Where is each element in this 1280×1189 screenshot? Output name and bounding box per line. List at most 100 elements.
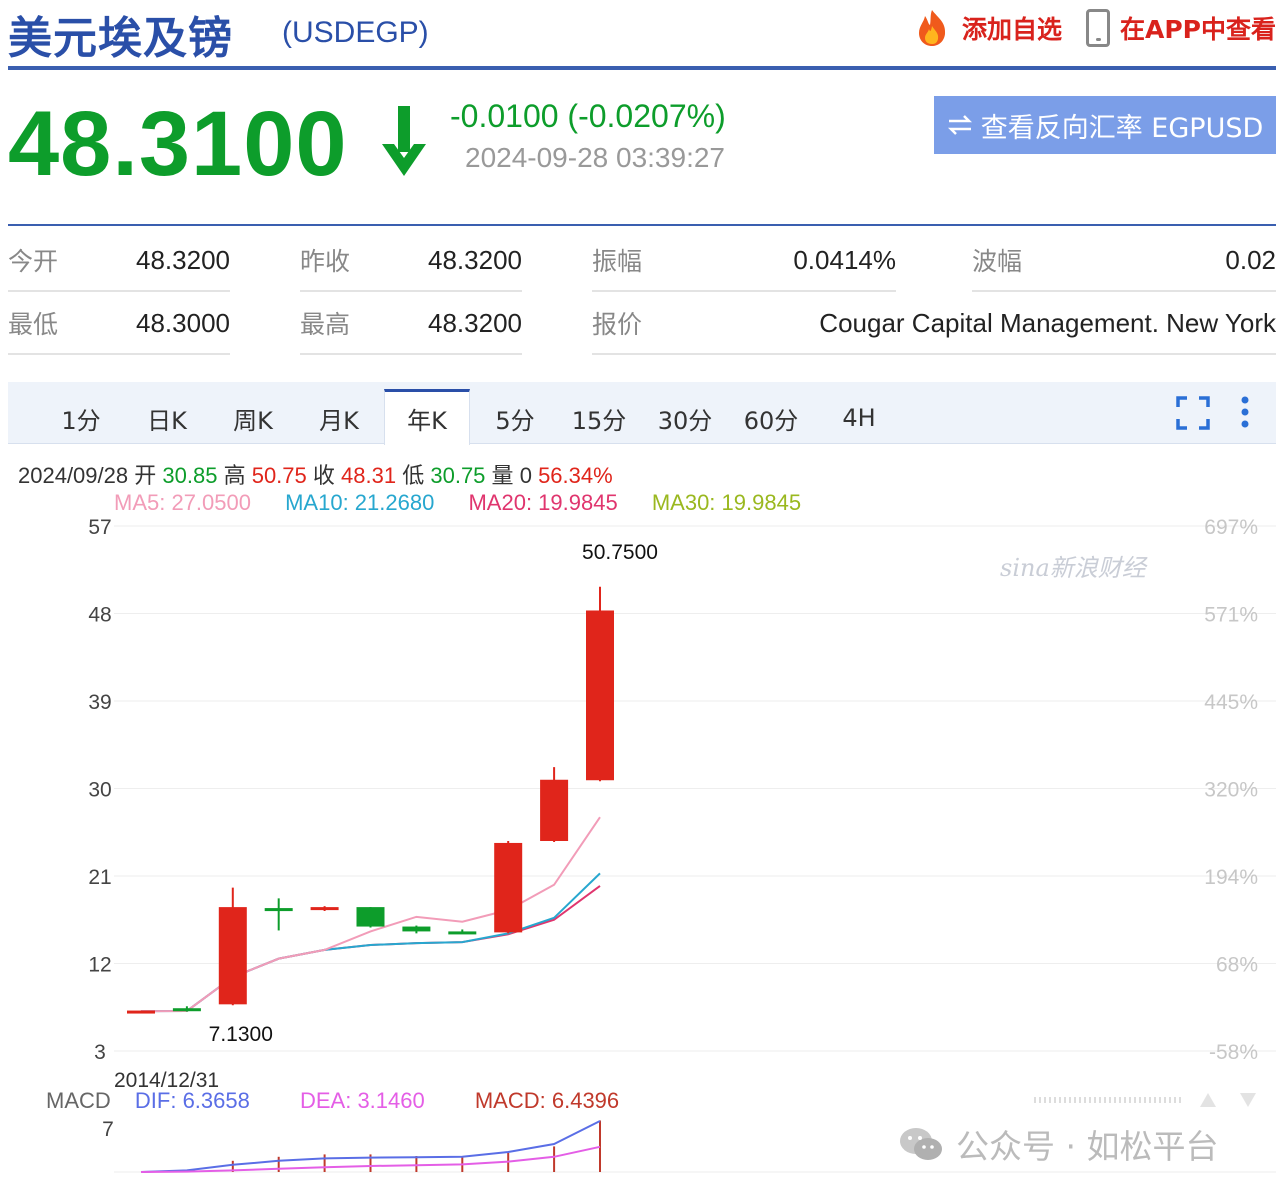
more-options-icon[interactable] [1238, 396, 1252, 430]
y-tick-label: 30 [88, 779, 111, 802]
y-tick-label: 3 [94, 1041, 106, 1064]
tab-weekly[interactable]: 周K [220, 392, 286, 444]
max-price-label: 50.7500 [582, 541, 658, 564]
stat-label: 今开 [8, 247, 59, 276]
ohlc-low: 30.75 [430, 463, 486, 488]
y-tick-label: 48 [88, 604, 111, 627]
macd-dif: DIF: 6.3658 [134, 1088, 250, 1113]
ohlc-percent: 56.34% [538, 463, 613, 488]
swap-icon [947, 115, 972, 135]
ohlc-close: 48.31 [341, 463, 397, 488]
period-tabs: 1分 日K 周K 月K 年K 5分 15分 30分 60分 4H [8, 382, 1276, 445]
pct-tick-label: -58% [1209, 1041, 1258, 1064]
page-header: 美元埃及镑 (USDEGP) 添加自选 在APP中查看 [8, 0, 1276, 70]
stat-value: 0.0414% [793, 244, 896, 275]
stat-value: 48.3200 [428, 244, 522, 275]
min-price-label: 7.1300 [209, 1023, 273, 1046]
y-tick-label: 39 [88, 691, 111, 714]
candle-body [448, 931, 477, 935]
tab-1min[interactable]: 1分 [48, 392, 114, 444]
ma10-line [140, 872, 601, 1013]
arrow-down-icon [382, 106, 426, 176]
stat-value: 0.02 [1225, 244, 1276, 275]
pct-tick-label: 445% [1204, 691, 1258, 714]
macd-tick-label: 7 [102, 1118, 114, 1141]
kline-chart[interactable]: 3 -58% 12 68% 21 194% 30 320% 39 445% 48 571% 57 697%… [0, 505, 1280, 1189]
stat-high: 最高 48.3200 [300, 293, 522, 355]
fullscreen-icon[interactable] [1176, 396, 1210, 430]
scroll-down-icon [1240, 1093, 1256, 1107]
candle-body [264, 908, 293, 912]
stat-label: 振幅 [592, 247, 643, 276]
ma20-line [140, 885, 601, 1013]
stat-value: 48.3000 [136, 307, 230, 338]
pct-tick-label: 697% [1204, 516, 1258, 539]
stat-amplitude: 振幅 0.0414% [592, 230, 896, 292]
ohlc-volume: 0 [519, 463, 532, 488]
ohlc-info: 2024/09/28 开 30.85 高 50.75 收 48.31 低 30.… [18, 458, 613, 490]
ohlc-high: 50.75 [251, 463, 307, 488]
tab-4h[interactable]: 4H [826, 392, 892, 444]
page-title: 美元埃及镑 [8, 13, 233, 64]
wechat-watermark: 公众号 · 如松平台 [898, 1120, 1218, 1168]
candle-body [127, 1010, 155, 1014]
ohlc-open-label: 开 [134, 463, 157, 488]
macd-value: MACD: 6.4396 [474, 1088, 620, 1113]
tab-60min[interactable]: 60分 [734, 392, 808, 444]
macd-legend: MACD DIF: 6.3658 DEA: 3.1460 MACD: 6.439… [46, 1088, 663, 1114]
price-change: -0.0100 (-0.0207%) [450, 98, 726, 134]
y-tick-label: 12 [88, 954, 111, 977]
candle-body [172, 1008, 201, 1012]
stat-range: 波幅 0.02 [972, 230, 1276, 292]
candle-body [218, 907, 247, 1005]
tab-15min[interactable]: 15分 [562, 392, 636, 444]
quote-timestamp: 2024-09-28 03:39:27 [465, 142, 725, 173]
ohlc-open: 30.85 [162, 463, 218, 488]
stats-grid: 今开 48.3200 昨收 48.3200 振幅 0.0414% 波幅 0.02… [8, 224, 1276, 355]
stat-label: 波幅 [972, 247, 1023, 276]
candle-body [586, 610, 614, 781]
symbol-code: (USDEGP) [282, 16, 429, 49]
ohlc-date: 2024/09/28 [18, 463, 129, 488]
pct-tick-label: 68% [1216, 954, 1258, 977]
stat-label: 最低 [8, 310, 59, 339]
pct-tick-label: 571% [1204, 604, 1258, 627]
reverse-rate-button[interactable]: 查看反向汇率 EGPUSD [934, 96, 1276, 154]
scroll-up-icon [1200, 1093, 1216, 1107]
open-in-app-button[interactable]: 在APP中查看 [1086, 9, 1276, 47]
fire-icon [918, 10, 946, 46]
pct-tick-label: 320% [1204, 779, 1258, 802]
stat-value: 48.3200 [428, 307, 522, 338]
y-tick-label: 21 [88, 866, 111, 889]
candle-body [310, 907, 339, 911]
stat-open: 今开 48.3200 [8, 230, 230, 292]
y-tick-label: 57 [88, 516, 111, 539]
add-watchlist-label: 添加自选 [961, 15, 1062, 44]
tab-5min[interactable]: 5分 [482, 392, 548, 444]
open-in-app-label: 在APP中查看 [1120, 15, 1276, 44]
header-actions: 添加自选 在APP中查看 [912, 8, 1276, 48]
add-watchlist-button[interactable]: 添加自选 [912, 8, 1062, 48]
phone-icon [1086, 9, 1110, 47]
stat-label: 报价 [592, 310, 643, 339]
macd-label: MACD [46, 1088, 111, 1113]
candle-body [494, 842, 523, 933]
reverse-rate-label: 查看反向汇率 EGPUSD [980, 112, 1264, 144]
stat-value: Cougar Capital Management. New York [819, 307, 1276, 338]
macd-dea: DEA: 3.1460 [299, 1088, 425, 1113]
stat-value: 48.3200 [136, 244, 230, 275]
stat-prev-close: 昨收 48.3200 [300, 230, 522, 292]
current-price: 48.3100 [8, 93, 348, 195]
tab-daily[interactable]: 日K [134, 392, 200, 444]
candle-body [402, 926, 431, 932]
ohlc-high-label: 高 [223, 463, 246, 488]
stat-low: 最低 48.3000 [8, 293, 230, 355]
stat-label: 最高 [300, 310, 351, 339]
stat-label: 昨收 [300, 247, 351, 276]
candle-body [356, 907, 385, 927]
tab-monthly[interactable]: 月K [306, 392, 372, 444]
wechat-account: 公众号 · 如松平台 [956, 1127, 1219, 1166]
ohlc-volume-label: 量 [491, 463, 514, 488]
tab-yearly[interactable]: 年K [384, 389, 470, 445]
tab-30min[interactable]: 30分 [648, 392, 722, 444]
